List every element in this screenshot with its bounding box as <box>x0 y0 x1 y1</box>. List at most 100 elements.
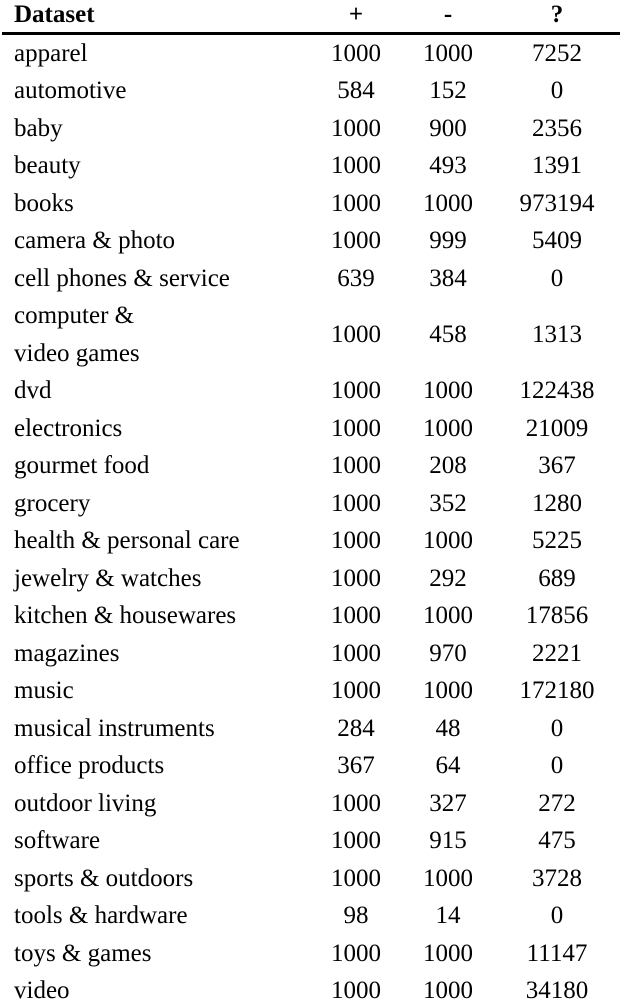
cell-negative-count: 292 <box>429 564 467 592</box>
dataset-name-line: baby <box>14 114 63 142</box>
cell-negative-count: 970 <box>429 639 467 667</box>
cell-negative-count: 1000 <box>423 39 473 67</box>
table-row: music 1000 1000 172180 <box>0 672 620 710</box>
table-row: automotive 584 152 0 <box>0 72 620 110</box>
cell-positive-count: 1000 <box>331 152 381 180</box>
cell-negative-count: 352 <box>429 489 467 517</box>
table-row: books 1000 1000 973194 <box>0 185 620 223</box>
cell-dataset-name: music <box>0 672 310 710</box>
cell-unknown-count: 475 <box>538 827 576 855</box>
table-row: dvd 1000 1000 122438 <box>0 372 620 410</box>
table-row: electronics 1000 1000 21009 <box>0 410 620 448</box>
dataset-name-line: dvd <box>14 377 52 405</box>
cell-dataset-name: gourmet food <box>0 447 310 485</box>
cell-unknown-count: 122438 <box>519 377 595 405</box>
table-row: apparel 1000 1000 7252 <box>0 35 620 73</box>
cell-unknown-count: 1391 <box>532 152 582 180</box>
table-row: toys & games 1000 1000 11147 <box>0 935 620 973</box>
dataset-name-line: music <box>14 677 74 705</box>
cell-positive-count: 1000 <box>331 827 381 855</box>
cell-negative-count: 1000 <box>423 527 473 555</box>
cell-negative-count: 915 <box>429 827 467 855</box>
cell-positive-count: 1000 <box>331 452 381 480</box>
table-row: video 1000 1000 34180 <box>0 972 620 1000</box>
cell-dataset-name: books <box>0 185 310 223</box>
cell-unknown-count: 2221 <box>532 639 582 667</box>
cell-unknown-count: 0 <box>550 714 564 742</box>
dataset-name-line: camera & photo <box>14 227 176 255</box>
cell-unknown-count: 1313 <box>532 321 582 348</box>
column-header-unknown: ? <box>550 1 564 28</box>
dataset-name-line: software <box>14 827 101 855</box>
column-header-dataset: Dataset <box>14 1 95 28</box>
dataset-name-line: automotive <box>14 77 127 105</box>
table-header: Dataset + - ? <box>0 0 620 35</box>
table-row: magazines 1000 970 2221 <box>0 635 620 673</box>
cell-positive-count: 584 <box>337 77 375 105</box>
cell-positive-count: 98 <box>343 902 369 930</box>
cell-dataset-name: office products <box>0 747 310 785</box>
cell-unknown-count: 21009 <box>525 414 589 442</box>
cell-dataset-name: toys & games <box>0 935 310 973</box>
cell-dataset-name: electronics <box>0 410 310 448</box>
cell-negative-count: 384 <box>429 264 467 292</box>
cell-negative-count: 48 <box>435 714 461 742</box>
cell-positive-count: 284 <box>337 714 375 742</box>
cell-unknown-count: 17856 <box>525 602 589 630</box>
dataset-name-line: video <box>14 977 70 1000</box>
cell-positive-count: 1000 <box>331 602 381 630</box>
table-row: cell phones & service 639 384 0 <box>0 260 620 298</box>
dataset-name-line: tools & hardware <box>14 902 188 930</box>
dataset-name-line: outdoor living <box>14 789 157 817</box>
dataset-name-line: beauty <box>14 152 81 180</box>
table-row: jewelry & watches 1000 292 689 <box>0 560 620 598</box>
dataset-name-line: video games <box>14 339 140 367</box>
dataset-table-container: Dataset + - ? apparel 1000 1000 7252 automot… <box>0 0 620 1000</box>
cell-dataset-name: apparel <box>0 35 310 73</box>
cell-positive-count: 1000 <box>331 977 381 1000</box>
cell-dataset-name: baby <box>0 110 310 148</box>
dataset-name-line: grocery <box>14 489 91 517</box>
cell-negative-count: 1000 <box>423 414 473 442</box>
cell-positive-count: 1000 <box>331 414 381 442</box>
cell-dataset-name: software <box>0 822 310 860</box>
cell-negative-count: 493 <box>429 152 467 180</box>
table-row: camera & photo 1000 999 5409 <box>0 222 620 260</box>
cell-negative-count: 152 <box>429 77 467 105</box>
cell-dataset-name: automotive <box>0 72 310 110</box>
cell-positive-count: 1000 <box>331 189 381 217</box>
cell-positive-count: 1000 <box>331 789 381 817</box>
dataset-table: Dataset + - ? apparel 1000 1000 7252 automot… <box>0 0 620 1000</box>
cell-positive-count: 1000 <box>331 939 381 967</box>
cell-positive-count: 1000 <box>331 489 381 517</box>
cell-negative-count: 14 <box>435 902 461 930</box>
cell-negative-count: 1000 <box>423 677 473 705</box>
cell-negative-count: 900 <box>429 114 467 142</box>
cell-dataset-name: musical instruments <box>0 710 310 748</box>
cell-unknown-count: 367 <box>538 452 576 480</box>
cell-dataset-name: outdoor living <box>0 785 310 823</box>
cell-dataset-name: dvd <box>0 372 310 410</box>
table-row: sports & outdoors 1000 1000 3728 <box>0 860 620 898</box>
dataset-name-line: computer & <box>14 302 135 329</box>
cell-unknown-count: 0 <box>550 752 564 780</box>
table-row: gourmet food 1000 208 367 <box>0 447 620 485</box>
cell-dataset-name: sports & outdoors <box>0 860 310 898</box>
dataset-name-line: gourmet food <box>14 452 150 480</box>
dataset-name-line: electronics <box>14 414 123 442</box>
table-row: software 1000 915 475 <box>0 822 620 860</box>
table-row: office products 367 64 0 <box>0 747 620 785</box>
cell-unknown-count: 5409 <box>532 227 582 255</box>
cell-negative-count: 327 <box>429 789 467 817</box>
cell-positive-count: 1000 <box>331 377 381 405</box>
cell-negative-count: 1000 <box>423 602 473 630</box>
cell-unknown-count: 172180 <box>519 677 595 705</box>
cell-positive-count: 1000 <box>331 39 381 67</box>
dataset-name-line: apparel <box>14 39 88 67</box>
cell-dataset-name: cell phones & service <box>0 260 310 298</box>
cell-unknown-count: 0 <box>550 264 564 292</box>
cell-unknown-count: 0 <box>550 77 564 105</box>
cell-dataset-name: jewelry & watches <box>0 560 310 598</box>
cell-negative-count: 458 <box>429 321 467 348</box>
cell-dataset-name: computer & video games <box>0 297 310 372</box>
